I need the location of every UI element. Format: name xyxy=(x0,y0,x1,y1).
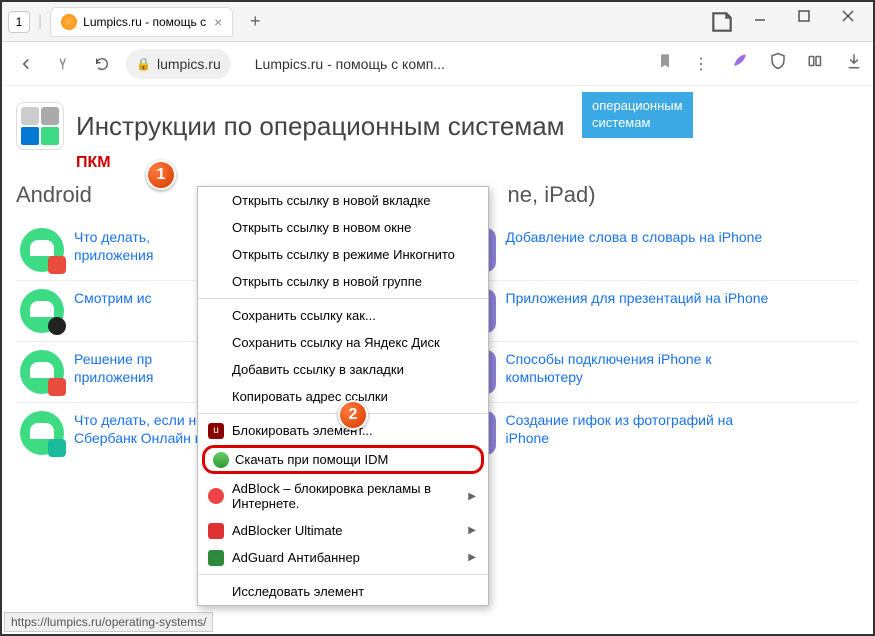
browser-tab[interactable]: Lumpics.ru - помощь с × xyxy=(50,7,233,37)
url-box[interactable]: 🔒 lumpics.ru xyxy=(126,49,231,79)
badge-icon xyxy=(48,378,66,396)
chevron-right-icon: ▶ xyxy=(468,552,476,563)
kebab-menu-icon[interactable]: ⋮ xyxy=(693,54,709,74)
list-item[interactable]: Создание гифок из фотографий наiPhone xyxy=(448,402,860,463)
tab-title: Lumpics.ru - помощь с xyxy=(83,15,206,29)
tab-separator: | xyxy=(38,13,42,31)
shield-icon[interactable] xyxy=(769,52,787,75)
breadcrumb-tooltip: операционным системам xyxy=(582,92,693,138)
favicon-icon xyxy=(61,14,77,30)
list-item[interactable]: Добавление слова в словарь на iPhone xyxy=(448,220,860,280)
feather-icon[interactable] xyxy=(729,51,749,76)
yandex-button[interactable] xyxy=(50,50,78,78)
downloads-icon[interactable] xyxy=(845,52,863,75)
titlebar: 1 | Lumpics.ru - помощь с × + xyxy=(2,2,873,42)
badge-icon xyxy=(48,256,66,274)
article-link[interactable]: Что делать,приложения xyxy=(74,228,153,264)
cm-open-new-group[interactable]: Открыть ссылку в новой группе xyxy=(198,268,488,295)
close-window-button[interactable] xyxy=(841,9,867,35)
badge-icon xyxy=(48,317,66,335)
url-domain: lumpics.ru xyxy=(157,56,221,72)
addressbar: 🔒 lumpics.ru Lumpics.ru - помощь с комп.… xyxy=(2,42,873,86)
adblock-icon xyxy=(208,488,224,504)
idm-icon xyxy=(213,452,229,468)
cm-add-bookmark[interactable]: Добавить ссылку в закладки xyxy=(198,356,488,383)
chevron-right-icon: ▶ xyxy=(468,525,476,536)
page-header: Инструкции по операционным системам xyxy=(16,102,859,150)
new-tab-button[interactable]: + xyxy=(243,10,267,34)
cm-save-link-as[interactable]: Сохранить ссылку как... xyxy=(198,302,488,329)
extensions-icon[interactable] xyxy=(807,52,825,75)
status-bar: https://lumpics.ru/operating-systems/ xyxy=(4,612,213,632)
article-link[interactable]: Смотрим ис xyxy=(74,289,152,307)
cm-adblock[interactable]: AdBlock – блокировка рекламы в Интернете… xyxy=(198,475,488,517)
pkm-annotation: ПКМ xyxy=(76,154,859,172)
ublock-icon: u xyxy=(208,423,224,439)
close-tab-icon[interactable]: × xyxy=(214,14,222,30)
cm-separator xyxy=(198,574,488,575)
cm-adblocker-ultimate[interactable]: AdBlocker Ultimate ▶ xyxy=(198,517,488,544)
cm-download-idm[interactable]: Скачать при помощи IDM xyxy=(202,445,484,474)
list-item[interactable]: Способы подключения iPhone ккомпьютеру xyxy=(448,341,860,402)
page-heading: Инструкции по операционным системам xyxy=(76,111,565,142)
minimize-button[interactable] xyxy=(753,9,779,35)
adguard-icon xyxy=(208,550,224,566)
maximize-button[interactable] xyxy=(797,9,823,35)
back-button[interactable] xyxy=(12,50,40,78)
list-item[interactable]: Приложения для презентаций на iPhone xyxy=(448,280,860,341)
address-page-title: Lumpics.ru - помощь с комп... xyxy=(255,56,647,72)
context-menu: Открыть ссылку в новой вкладке Открыть с… xyxy=(197,186,489,606)
cm-inspect-element[interactable]: Исследовать элемент xyxy=(198,578,488,605)
bookmark-icon[interactable] xyxy=(657,52,673,75)
cm-separator xyxy=(198,298,488,299)
cm-open-new-window[interactable]: Открыть ссылку в новом окне xyxy=(198,214,488,241)
badge-icon xyxy=(48,439,66,457)
article-link[interactable]: Приложения для презентаций на iPhone xyxy=(506,289,769,307)
cm-save-yandex-disk[interactable]: Сохранить ссылку на Яндекс Диск xyxy=(198,329,488,356)
callout-2: 2 xyxy=(338,400,368,430)
tooltip-line1: операционным xyxy=(592,98,683,113)
article-link[interactable]: Решение прприложения xyxy=(74,350,153,386)
article-link[interactable]: Добавление слова в словарь на iPhone xyxy=(506,228,763,246)
article-link[interactable]: Создание гифок из фотографий наiPhone xyxy=(506,411,734,447)
tooltip-line2: системам xyxy=(592,115,650,130)
lock-icon: 🔒 xyxy=(136,57,151,71)
chevron-right-icon: ▶ xyxy=(468,491,476,502)
cm-adguard[interactable]: AdGuard Антибаннер ▶ xyxy=(198,544,488,571)
os-category-icon xyxy=(16,102,64,150)
reload-button[interactable] xyxy=(88,50,116,78)
callout-1: 1 xyxy=(146,160,176,190)
cm-open-incognito[interactable]: Открыть ссылку в режиме Инкогнито xyxy=(198,241,488,268)
cm-open-new-tab[interactable]: Открыть ссылку в новой вкладке xyxy=(198,187,488,214)
ios-column-title: ne, iPad) xyxy=(448,182,860,208)
ios-column: ne, iPad) Добавление слова в словарь на … xyxy=(448,182,860,463)
adblocker-ultimate-icon xyxy=(208,523,224,539)
article-link[interactable]: Способы подключения iPhone ккомпьютеру xyxy=(506,350,712,386)
tab-counter[interactable]: 1 xyxy=(8,11,30,33)
bookmark-toolbar-icon[interactable] xyxy=(709,9,735,35)
